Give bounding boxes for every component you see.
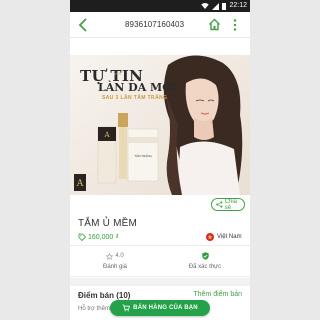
promo-tag: VỚI <box>114 71 122 76</box>
share-label: Chia sẻ <box>224 198 237 211</box>
product-name: TẮM Ủ MỀM <box>78 218 138 229</box>
product-price: 160,000 ₫ <box>88 233 119 241</box>
rating-label: Đánh giá <box>102 264 128 270</box>
product-stats: 4.0 Đánh giá Đã xác thực <box>70 245 250 277</box>
share-button[interactable]: Chia sẻ <box>211 198 245 211</box>
status-time: 22:12 <box>229 2 247 9</box>
wifi-icon <box>201 3 210 9</box>
share-icon <box>216 201 223 208</box>
section-divider <box>70 278 250 286</box>
verified-stat: Đã xác thực <box>160 252 250 270</box>
stores-title: Điểm bán (10) <box>78 291 131 300</box>
rating-stat[interactable]: 4.0 Đánh giá <box>70 252 160 270</box>
price-row: 160,000 ₫ <box>78 233 119 241</box>
origin-row: Việt Nam <box>206 233 242 241</box>
more-vertical-icon[interactable] <box>232 18 238 32</box>
promo-caption: SAU 3 LẦN TẮM TRẮNG <box>102 95 168 101</box>
rating-value: 4.0 <box>115 253 124 259</box>
sell-button-label: BÁN HÀNG CỦA BẠN <box>133 305 198 311</box>
product-bottles-illustration: A TẮM TRẮNG <box>97 113 159 184</box>
phone-screen: 22:12 8936107160403 TỰ TIN VỚI LÀN DA MỚ… <box>70 0 250 320</box>
signal-icon <box>212 2 220 10</box>
product-image[interactable]: TỰ TIN VỚI LÀN DA MỚI SAU 3 LẦN TẮM TRẮN… <box>70 55 250 195</box>
price-tag-icon <box>78 233 86 241</box>
back-arrow-icon[interactable] <box>77 18 89 32</box>
brand-logo: A <box>74 174 86 191</box>
stores-subtitle: Hỗ trợ thêm <box>78 306 110 312</box>
verified-shield-icon <box>201 252 209 260</box>
home-icon[interactable] <box>208 18 221 31</box>
add-store-link[interactable]: Thêm điểm bán <box>193 291 242 298</box>
battery-icon <box>222 2 227 10</box>
model-photo <box>162 55 243 195</box>
svg-text:A: A <box>103 131 110 139</box>
cart-icon <box>122 304 131 312</box>
promo-subheadline: LÀN DA MỚI <box>98 81 177 94</box>
star-icon <box>106 252 114 260</box>
verified-label: Đã xác thực <box>188 264 222 270</box>
vietnam-flag-icon <box>206 233 214 241</box>
product-origin: Việt Nam <box>217 234 242 240</box>
svg-text:A: A <box>76 179 84 189</box>
page-title: 8936107160403 <box>125 20 185 29</box>
svg-text:TẮM TRẮNG: TẮM TRẮNG <box>134 153 152 158</box>
app-header: 8936107160403 <box>70 12 250 38</box>
sell-your-product-button[interactable]: BÁN HÀNG CỦA BẠN <box>110 300 210 316</box>
status-bar: 22:12 <box>70 0 250 12</box>
